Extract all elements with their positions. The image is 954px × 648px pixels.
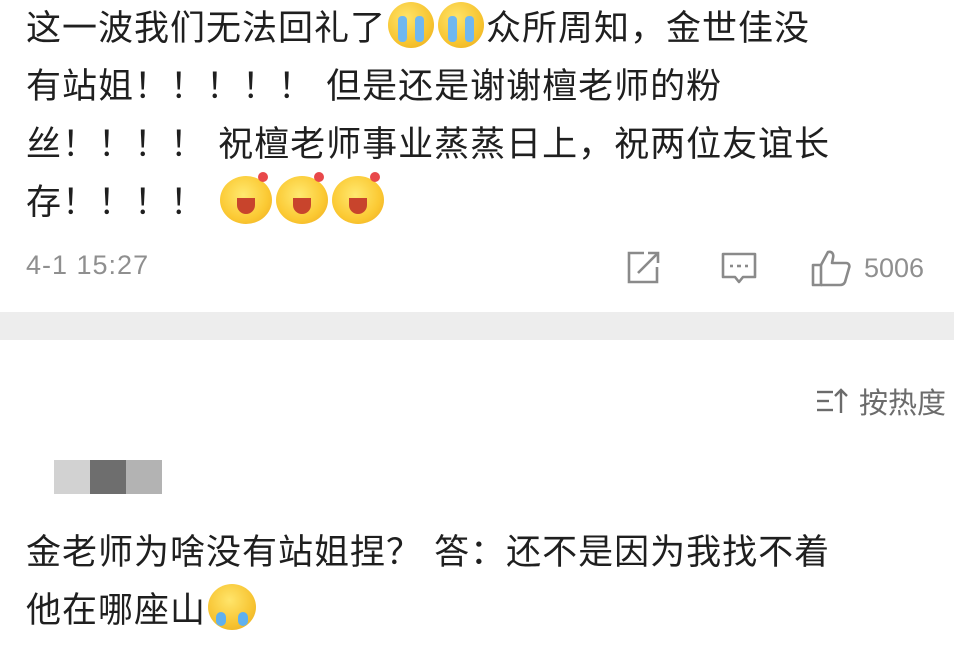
post-line-1a: 这一波我们无法回礼了 <box>26 9 387 49</box>
reply-line-1: 金老师为啥没有站姐捏？ 答：还不是因为我找不着 <box>26 533 831 573</box>
crying-emoji-icon <box>388 2 435 48</box>
happy-emoji-icon <box>332 172 385 224</box>
sad-emoji-icon <box>208 584 257 630</box>
redacted-block <box>90 460 126 494</box>
post-line-2: 有站姐！！！！！ 但是还是谢谢檀老师的粉 <box>26 67 723 107</box>
post-card: 这一波我们无法回礼了 众所周知，金世佳没 有站姐！！！！！ 但是还是谢谢檀老师的粉… <box>0 0 954 312</box>
post-line-4: 存！！！！ <box>26 172 936 232</box>
thumbs-up-icon <box>811 250 851 287</box>
share-edit-icon <box>627 251 660 284</box>
sort-label: 按热度 <box>858 386 946 420</box>
crying-emoji-icon <box>438 2 485 48</box>
like-count: 5006 <box>864 252 925 283</box>
happy-emoji-icon <box>220 172 273 224</box>
reply-line-2-text: 他在哪座山 <box>26 591 207 631</box>
redacted-block <box>54 460 90 494</box>
post-line-1b: 众所周知，金世佳没 <box>486 9 811 49</box>
share-button[interactable] <box>624 246 664 290</box>
sort-by-hot-button[interactable]: 按热度 <box>815 380 946 422</box>
happy-emoji-icon <box>276 172 329 224</box>
sort-icon <box>816 388 848 413</box>
comment-button[interactable] <box>720 246 760 290</box>
post-text: 这一波我们无法回礼了 众所周知，金世佳没 有站姐！！！！！ 但是还是谢谢檀老师的粉… <box>26 0 936 232</box>
redacted-block <box>126 460 162 494</box>
section-divider <box>0 312 954 340</box>
reply-text: 金老师为啥没有站姐捏？ 答：还不是因为我找不着 他在哪座山 <box>26 524 936 640</box>
sort-row: 按热度 <box>0 372 954 428</box>
post-timestamp: 4-1 15:27 <box>26 250 150 280</box>
reply-line-2: 他在哪座山 <box>26 582 936 640</box>
redacted-username[interactable] <box>54 460 162 494</box>
post-line-1: 这一波我们无法回礼了 众所周知，金世佳没 <box>26 0 936 58</box>
comment-icon <box>721 252 757 284</box>
post-meta-row: 4-1 15:27 5006 <box>0 238 954 298</box>
like-button[interactable]: 5006 <box>810 246 950 290</box>
post-line-3: 丝！！！！ 祝檀老师事业蒸蒸日上，祝两位友谊长 <box>26 125 831 165</box>
post-line-4-text: 存！！！！ <box>26 183 207 223</box>
